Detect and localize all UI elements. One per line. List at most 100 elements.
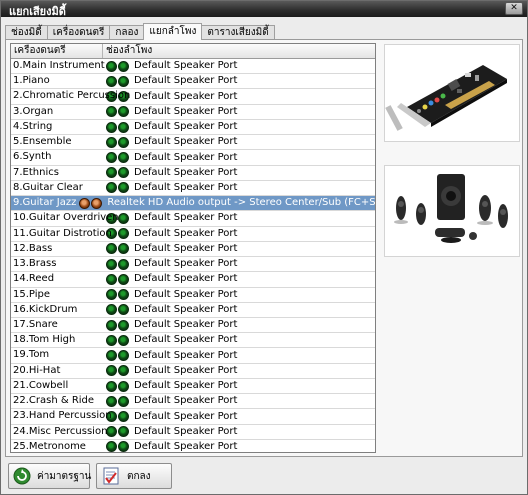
table-row[interactable]: 16.KickDrum Default Speaker Port: [11, 303, 375, 318]
table-row[interactable]: 3.Organ Default Speaker Port: [11, 105, 375, 120]
port-cell[interactable]: Default Speaker Port: [103, 348, 375, 362]
table-row[interactable]: 14.Reed Default Speaker Port: [11, 272, 375, 288]
table-row[interactable]: 24.Misc Percussion Default Speaker Port: [11, 425, 375, 440]
table-row[interactable]: 10.Guitar Overdriven Default Speaker Port: [11, 211, 375, 227]
port-cell[interactable]: Default Speaker Port: [103, 135, 375, 149]
instrument-cell: 12.Bass: [13, 242, 53, 254]
instrument-port-grid[interactable]: เครื่องดนตรี ช่องลำโพง 0.Main Instrument…: [10, 43, 376, 453]
instrument-cell: 21.Cowbell: [13, 379, 69, 391]
port-cell[interactable]: Default Speaker Port: [103, 440, 375, 452]
port-cell[interactable]: Default Speaker Port: [103, 59, 375, 73]
table-row[interactable]: 9.Guitar Jazz Realtek HD Audio output -> …: [11, 196, 376, 212]
port-jack-icon: [79, 197, 91, 209]
tab-speaker-split[interactable]: แยกลำโพง: [143, 23, 203, 40]
port-label: Realtek HD Audio output -> Stereo Center…: [107, 197, 376, 209]
table-row[interactable]: 0.Main Instrument Default Speaker Port: [11, 59, 375, 75]
speaker-port-icon: [106, 182, 129, 194]
table-row[interactable]: 21.Cowbell Default Speaker Port: [11, 379, 375, 395]
port-cell[interactable]: Default Speaker Port: [103, 379, 375, 393]
port-jack-icon: [118, 243, 129, 255]
port-cell[interactable]: Default Speaker Port: [103, 105, 375, 119]
table-row[interactable]: 18.Tom High Default Speaker Port: [11, 333, 375, 349]
table-row[interactable]: 4.String Default Speaker Port: [11, 120, 375, 136]
table-row[interactable]: 12.Bass Default Speaker Port: [11, 242, 375, 258]
table-row[interactable]: 8.Guitar Clear Default Speaker Port: [11, 181, 375, 197]
port-jack-icon: [106, 106, 117, 118]
default-button[interactable]: ค่ามาตรฐาน: [8, 463, 92, 489]
port-cell[interactable]: Default Speaker Port: [103, 74, 375, 88]
port-jack-icon: [106, 289, 117, 301]
speaker-port-icon: [106, 258, 129, 270]
tab-midi-table[interactable]: ตารางเสียงมิดี้: [201, 25, 275, 40]
table-row[interactable]: 6.Synth Default Speaker Port: [11, 150, 375, 166]
table-row[interactable]: 15.Pipe Default Speaker Port: [11, 288, 375, 303]
port-cell[interactable]: Default Speaker Port: [103, 333, 375, 347]
port-jack-icon: [118, 60, 129, 72]
table-row[interactable]: 17.Snare Default Speaker Port: [11, 318, 375, 334]
tab-midi-channel[interactable]: ช่องมิดี้: [5, 25, 48, 40]
instrument-cell: 25.Metronome: [13, 440, 86, 452]
port-cell[interactable]: Default Speaker Port: [103, 409, 375, 423]
port-cell[interactable]: Default Speaker Port: [103, 89, 375, 103]
speaker-port-icon: [106, 121, 129, 133]
table-row[interactable]: 2.Chromatic Percussion Default Speaker Po…: [11, 89, 375, 105]
port-label: Default Speaker Port: [134, 60, 238, 72]
table-row[interactable]: 5.Ensemble Default Speaker Port: [11, 135, 375, 151]
ok-button-label: ตกลง: [127, 470, 151, 482]
port-jack-icon: [106, 319, 117, 331]
column-header-port[interactable]: ช่องลำโพง: [103, 44, 375, 58]
port-jack-icon: [118, 426, 129, 438]
tab-instrument[interactable]: เครื่องดนตรี: [46, 25, 111, 40]
port-cell[interactable]: Default Speaker Port: [103, 272, 375, 286]
port-cell[interactable]: Default Speaker Port: [103, 303, 375, 317]
table-row[interactable]: 25.Metronome Default Speaker Port: [11, 440, 375, 452]
table-row[interactable]: 1.Piano Default Speaker Port: [11, 74, 375, 90]
port-cell[interactable]: Default Speaker Port: [103, 257, 375, 271]
table-row[interactable]: 20.Hi-Hat Default Speaker Port: [11, 364, 375, 379]
port-cell[interactable]: Default Speaker Port: [103, 364, 375, 378]
port-cell[interactable]: Default Speaker Port: [103, 181, 375, 195]
sound-card-image: [384, 44, 520, 142]
port-jack-icon: [106, 258, 117, 270]
instrument-cell: 13.Brass: [13, 258, 57, 270]
table-row[interactable]: 7.Ethnics Default Speaker Port: [11, 166, 375, 181]
port-jack-icon: [118, 75, 129, 87]
table-row[interactable]: 11.Guitar Distrotion Default Speaker Port: [11, 227, 375, 242]
column-header-instrument[interactable]: เครื่องดนตรี: [11, 44, 103, 58]
port-cell[interactable]: Default Speaker Port: [103, 425, 375, 439]
speaker-port-icon: [106, 243, 129, 255]
port-jack-icon: [106, 350, 117, 362]
ok-button[interactable]: ตกลง: [96, 463, 172, 489]
port-jack-icon: [106, 152, 117, 164]
port-cell[interactable]: Default Speaker Port: [103, 150, 375, 164]
speaker-port-icon: [106, 273, 129, 285]
port-cell[interactable]: Default Speaker Port: [103, 242, 375, 256]
port-jack-icon: [106, 182, 117, 194]
close-icon[interactable]: ✕: [505, 2, 523, 15]
title-bar[interactable]: แยกเสียงมิดี้ ✕: [1, 1, 527, 18]
default-button-label: ค่ามาตรฐาน: [37, 470, 92, 482]
table-row[interactable]: 19.Tom Default Speaker Port: [11, 348, 375, 364]
table-row[interactable]: 13.Brass Default Speaker Port: [11, 257, 375, 273]
port-label: Default Speaker Port: [134, 227, 238, 239]
speaker-port-icon: [106, 441, 129, 452]
table-row[interactable]: 22.Crash & Ride Default Speaker Port: [11, 394, 375, 410]
instrument-cell: 4.String: [13, 120, 53, 132]
port-cell[interactable]: Default Speaker Port: [103, 211, 375, 225]
instrument-cell: 15.Pipe: [13, 288, 50, 300]
instrument-cell: 3.Organ: [13, 105, 54, 117]
port-cell[interactable]: Default Speaker Port: [103, 318, 375, 332]
instrument-cell: 5.Ensemble: [13, 136, 72, 148]
port-jack-icon: [106, 136, 117, 148]
port-cell[interactable]: Default Speaker Port: [103, 288, 375, 302]
port-cell[interactable]: Default Speaker Port: [103, 227, 375, 241]
table-row[interactable]: 23.Hand Percussion Default Speaker Port: [11, 409, 375, 425]
port-cell[interactable]: Default Speaker Port: [103, 394, 375, 408]
instrument-cell: 22.Crash & Ride: [13, 395, 95, 407]
instrument-cell: 17.Snare: [13, 318, 58, 330]
tab-drum[interactable]: กลอง: [109, 25, 145, 40]
port-cell[interactable]: Default Speaker Port: [103, 120, 375, 134]
port-cell[interactable]: Default Speaker Port: [103, 166, 375, 180]
port-cell[interactable]: Realtek HD Audio output -> Stereo Center…: [76, 196, 376, 210]
speaker-port-icon: [106, 380, 129, 392]
